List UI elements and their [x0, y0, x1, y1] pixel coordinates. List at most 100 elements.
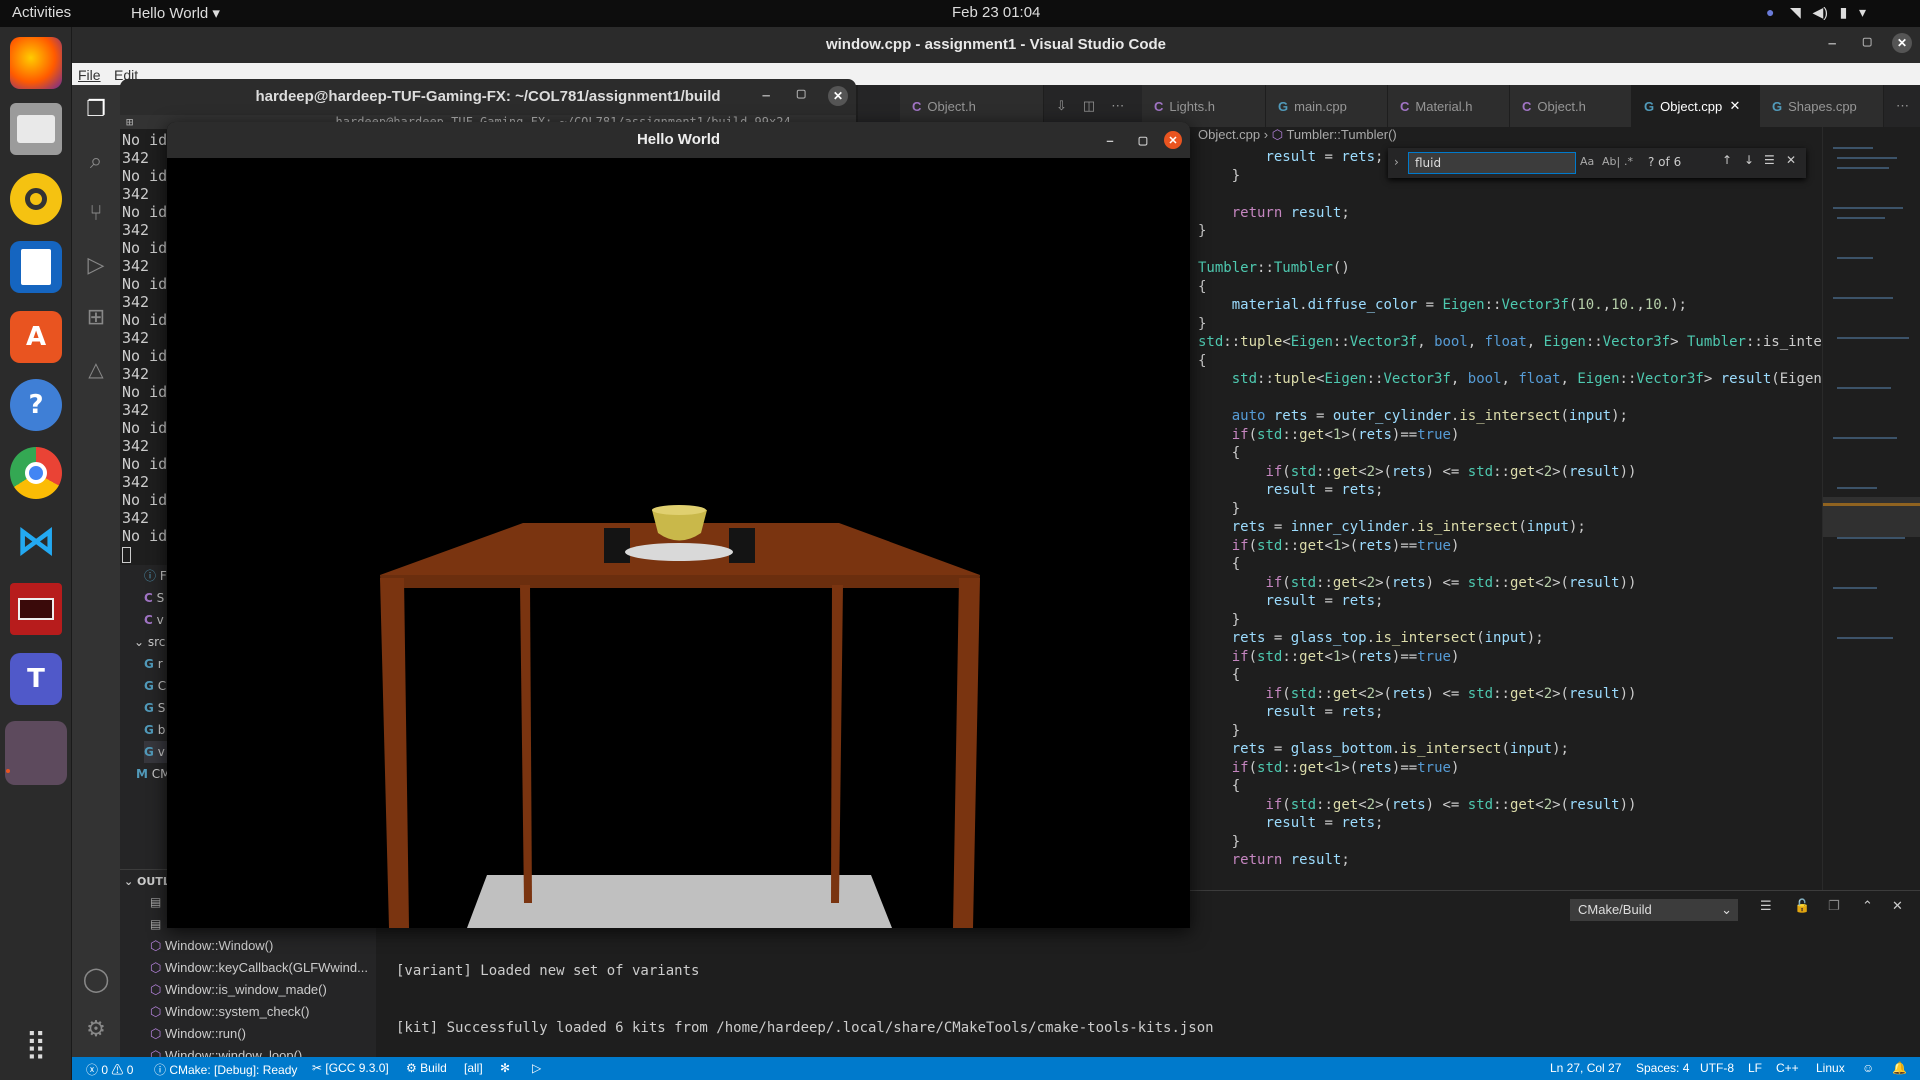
breadcrumb-symbol[interactable]: Tumbler::Tumbler() — [1286, 127, 1396, 142]
terminal-close-button[interactable]: ✕ — [828, 86, 848, 106]
software-icon[interactable]: A — [10, 311, 62, 363]
outline-item[interactable]: ⬡ Window::keyCallback(GLFWwind... — [150, 957, 368, 979]
encoding[interactable]: UTF-8 — [1700, 1061, 1734, 1075]
extensions-icon[interactable]: ⊞ — [72, 293, 120, 341]
breadcrumb-file[interactable]: Object.cpp — [1198, 127, 1260, 142]
outline-item[interactable]: ⬡ Window::is_window_made() — [150, 979, 368, 1001]
field-icon[interactable]: ▤ — [150, 891, 161, 913]
field-icon[interactable]: ▤ — [150, 913, 161, 935]
tab-object-cpp[interactable]: G Object.cpp ✕ — [1632, 85, 1760, 127]
files-icon[interactable] — [10, 103, 62, 155]
split-editor-icon[interactable]: ◫ — [1083, 98, 1095, 114]
kit-status[interactable]: ✂ [GCC 9.3.0] — [312, 1061, 389, 1075]
chrome-icon[interactable] — [10, 447, 62, 499]
lock-scroll-icon[interactable]: 🔓 — [1794, 899, 1810, 914]
launch-icon[interactable]: ▷ — [532, 1061, 541, 1075]
cmake-icon[interactable]: △ — [72, 345, 120, 393]
terminal-minimize-button[interactable]: – — [762, 87, 770, 104]
accounts-icon[interactable]: ◯ — [72, 955, 120, 1003]
tab-material-h[interactable]: C Material.h — [1388, 85, 1510, 127]
method-icon: ⬡ — [150, 960, 162, 975]
outline-item[interactable]: ⬡ Window::Window() — [150, 935, 368, 957]
close-button[interactable]: ✕ — [1892, 33, 1912, 53]
teams-icon[interactable]: T — [10, 653, 62, 705]
code-editor[interactable]: result = rets; } return result;} Tumbler:… — [1190, 148, 1822, 890]
match-word-button[interactable]: Ab| — [1602, 155, 1620, 168]
ubuntu-dock: A ? ⋈ T ⣿ — [0, 27, 72, 1080]
gl-maximize-button[interactable]: ▢ — [1134, 131, 1152, 149]
clock[interactable]: Feb 23 01:04 — [952, 4, 1040, 21]
regex-button[interactable]: .* — [1624, 155, 1633, 168]
find-in-selection-icon[interactable]: ☰ — [1764, 153, 1775, 167]
rhythmbox-icon[interactable] — [10, 173, 62, 225]
clear-output-icon[interactable]: ☰ — [1760, 899, 1772, 914]
problems-status[interactable]: ⓧ 0 ⚠ 0 — [86, 1061, 133, 1078]
minimize-button[interactable]: – — [1828, 35, 1836, 52]
next-match-icon[interactable]: ↓ — [1744, 153, 1754, 167]
source-control-icon[interactable]: ⑂ — [72, 189, 120, 237]
gl-close-button[interactable]: ✕ — [1164, 131, 1182, 149]
tab-lights-h[interactable]: C Lights.h — [1142, 85, 1266, 127]
tree-item[interactable]: M CM — [136, 763, 171, 785]
system-tray[interactable]: ● ◥ ◀) ▮ ▾ — [1766, 4, 1866, 21]
code-line: return result; — [1231, 204, 1350, 221]
match-case-button[interactable]: Aa — [1580, 155, 1594, 168]
terminal-maximize-button[interactable]: ▢ — [796, 87, 806, 100]
close-find-icon[interactable]: ✕ — [1786, 153, 1796, 167]
output-channel-select[interactable]: CMake/Build ⌄ — [1570, 899, 1738, 921]
indentation[interactable]: Spaces: 4 — [1636, 1061, 1689, 1075]
output-log[interactable]: [variant] Loaded new set of variants [ki… — [396, 924, 1214, 1057]
target-status[interactable]: [all] — [464, 1061, 483, 1075]
code-line: } — [1198, 223, 1207, 239]
outline-item[interactable]: ⬡ Window::system_check() — [150, 1001, 368, 1023]
hello-world-app-icon[interactable] — [5, 721, 67, 785]
gl-minimize-button[interactable]: – — [1101, 131, 1119, 149]
eol[interactable]: LF — [1748, 1061, 1762, 1075]
maximize-panel-icon[interactable]: ⌃ — [1862, 899, 1873, 914]
run-debug-icon[interactable]: ▷ — [72, 241, 120, 289]
vscode-icon[interactable]: ⋈ — [10, 515, 62, 567]
feedback-icon[interactable]: ☺ — [1862, 1061, 1874, 1075]
find-input[interactable]: fluid — [1408, 152, 1576, 174]
platform[interactable]: Linux — [1816, 1061, 1845, 1075]
editor-more-icon[interactable]: ⋯ — [1884, 85, 1920, 127]
terminal-line: 342 — [122, 509, 150, 527]
writer-icon[interactable] — [10, 241, 62, 293]
close-panel-icon[interactable]: ✕ — [1892, 899, 1903, 914]
cursor-position[interactable]: Ln 27, Col 27 — [1550, 1061, 1621, 1075]
open-changes-icon[interactable]: ⇩ — [1056, 98, 1067, 114]
tab-main-cpp[interactable]: Gmain.cpp — [1266, 85, 1388, 127]
tab-object-h-2[interactable]: C Object.h — [1510, 85, 1632, 127]
language-mode[interactable]: C++ — [1776, 1061, 1799, 1075]
notifications-icon[interactable]: 🔔 — [1892, 1061, 1907, 1075]
cmake-status[interactable]: ⓘ CMake: [Debug]: Ready — [154, 1061, 297, 1078]
activities-button[interactable]: Activities — [12, 4, 71, 21]
outline-item[interactable]: ⬡ Window::run() — [150, 1023, 368, 1045]
close-tab-icon[interactable]: ✕ — [1730, 98, 1741, 114]
show-apps-icon[interactable]: ⣿ — [16, 1027, 56, 1067]
firefox-icon[interactable] — [10, 37, 62, 89]
search-icon[interactable]: ⌕ — [72, 137, 120, 185]
editor-tabs: C Object.h ⇩ ◫ ⋯ C Lights.h Gmain.cpp C Mat… — [858, 85, 1920, 127]
tree-folder[interactable]: ⌄ src — [134, 631, 171, 653]
previous-match-icon[interactable]: ↑ — [1722, 153, 1732, 167]
output-line: [kit] Successfully loaded 6 kits from /h… — [396, 1020, 1214, 1036]
app-menu[interactable]: Hello World ▾ — [131, 4, 220, 22]
render-canvas[interactable] — [167, 158, 1190, 928]
terminal-line: No id — [122, 275, 168, 293]
terminal-app-icon[interactable] — [10, 583, 62, 635]
help-icon[interactable]: ? — [10, 379, 62, 431]
outline-list: ⬡ Window::Window() ⬡ Window::keyCallback… — [150, 935, 368, 1067]
explorer-icon[interactable]: ❐ — [72, 85, 120, 133]
build-button[interactable]: ⚙ Build — [406, 1061, 447, 1075]
minimap[interactable] — [1822, 127, 1920, 890]
tab-shapes-cpp[interactable]: G Shapes.cpp — [1760, 85, 1884, 127]
settings-gear-icon[interactable]: ⚙ — [72, 1005, 120, 1053]
tab-object-h[interactable]: C Object.h — [900, 85, 1044, 127]
more-actions-icon[interactable]: ⋯ — [1111, 98, 1124, 114]
menu-file[interactable]: File — [78, 67, 101, 83]
open-in-editor-icon[interactable]: ❐ — [1828, 899, 1840, 914]
debug-icon[interactable]: ✻ — [500, 1061, 510, 1075]
maximize-button[interactable]: ▢ — [1862, 35, 1872, 48]
toggle-replace-icon[interactable]: › — [1394, 155, 1399, 169]
